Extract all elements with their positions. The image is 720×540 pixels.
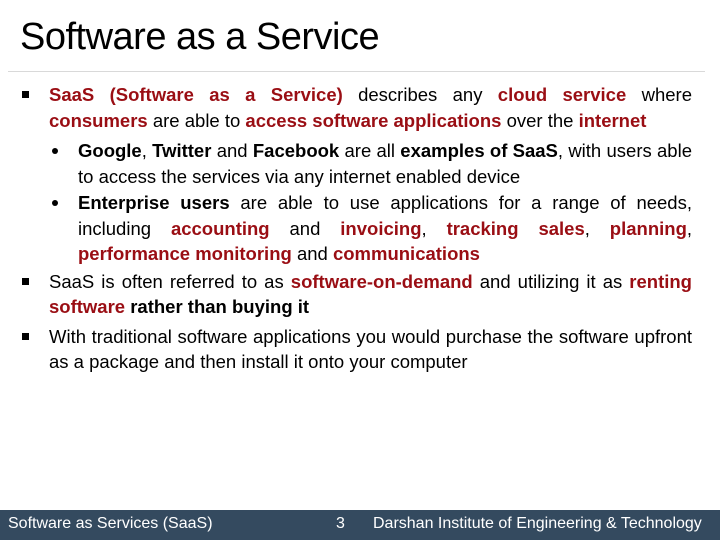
text-run: SaaS is often referred to as [49,270,291,292]
text-run: , [584,217,610,239]
square-bullet-icon [22,332,29,340]
round-bullet-icon [52,148,58,154]
highlighted-term: examples of SaaS [400,140,558,161]
footer-institute: Darshan Institute of Engineering & Techn… [373,515,702,532]
highlighted-term: internet [578,109,647,131]
text-run: and utilizing it as [472,270,630,292]
highlighted-term: rather than buying it [125,296,310,317]
highlighted-term: accounting [170,217,270,239]
highlighted-term: access software applications [245,109,502,131]
title-separator [8,71,705,72]
highlighted-term: Facebook [252,140,340,161]
round-bullet-icon [52,200,58,206]
text-run: and [269,217,341,239]
text-run: over the [501,109,579,131]
square-bullet-icon [22,277,29,285]
highlighted-term: consumers [49,109,148,131]
square-bullet-icon [22,91,29,98]
highlighted-term: communications [332,243,480,264]
sub-bullet-item: Enterprise users are able to use applica… [20,190,692,267]
text-run: and [211,140,253,161]
text-run: With traditional software applications y… [49,325,692,373]
text-run: , [686,217,693,239]
highlighted-term: Google [78,140,142,161]
bullet-item: With traditional software applications y… [20,324,692,375]
highlighted-term: planning [609,217,687,239]
text-run: , [141,140,153,161]
highlighted-term: SaaS (Software as a Service) [49,84,343,105]
text-run: and [291,243,333,264]
highlighted-term: software-on-demand [290,270,473,292]
sub-bullet-item: Google, Twitter and Facebook are all exa… [20,138,692,189]
bullet-item: SaaS is often referred to as software-on… [20,269,692,320]
text-run: where [626,84,692,105]
highlighted-term: invoicing [340,217,422,239]
footer-topic: Software as Services (SaaS) [8,515,213,532]
text-run: are all [339,140,401,161]
highlighted-term: Enterprise users [78,192,230,213]
text-run: are able to [147,109,246,131]
highlighted-term: tracking sales [446,217,585,239]
text-run: describes any [342,84,498,105]
slide-content: SaaS (Software as a Service) describes a… [20,82,692,375]
slide-footer: Software as Services (SaaS) 3 Darshan In… [0,510,720,540]
slide-title: Software as a Service [20,16,380,58]
bullet-item: SaaS (Software as a Service) describes a… [20,82,692,133]
text-run: , [421,217,447,239]
highlighted-term: performance monitoring [78,243,292,264]
highlighted-term: cloud service [497,84,627,105]
highlighted-term: Twitter [152,140,212,161]
page-number: 3 [336,515,345,532]
